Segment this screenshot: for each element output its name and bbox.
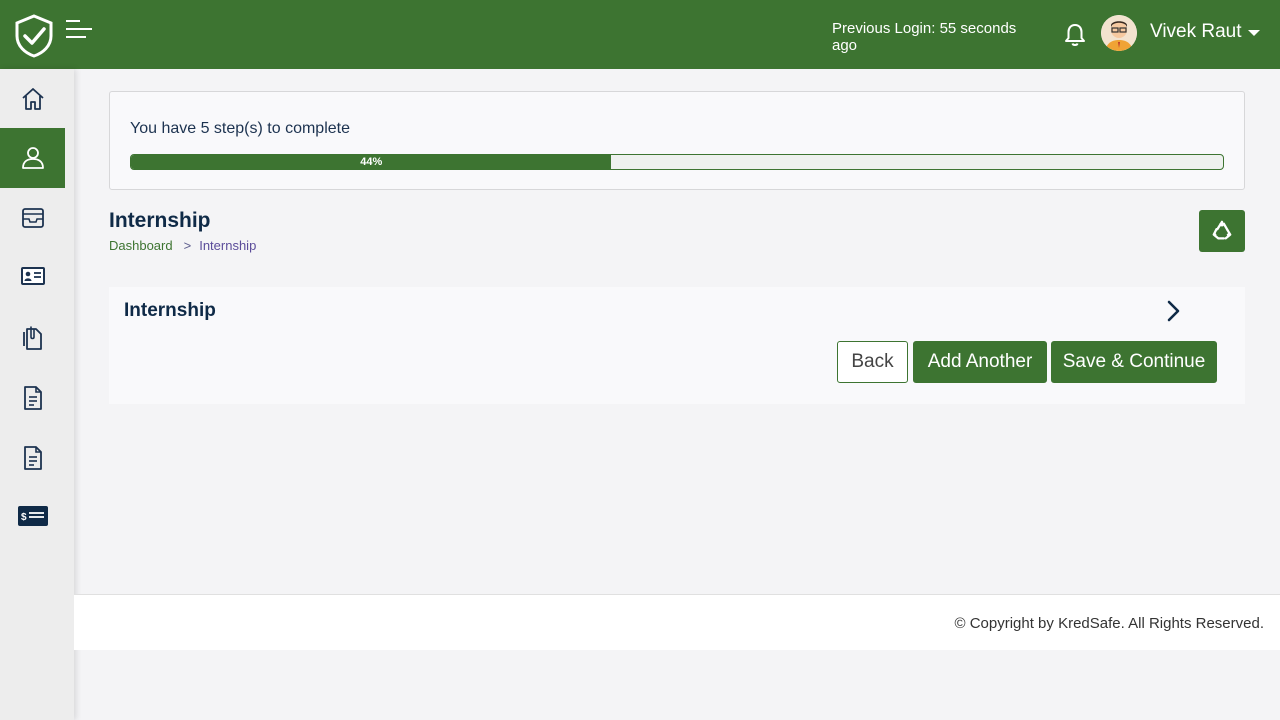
id-card-icon xyxy=(20,267,45,285)
user-menu-caret-icon[interactable] xyxy=(1248,30,1260,36)
shield-check-logo-icon[interactable] xyxy=(14,14,54,58)
document-icon xyxy=(23,446,42,470)
progress-card: You have 5 step(s) to complete 44% xyxy=(109,91,1245,190)
steps-remaining-text: You have 5 step(s) to complete xyxy=(130,120,350,137)
sidebar-item-payment[interactable]: $ xyxy=(0,486,65,546)
internship-section: Internship Back Add Another Save & Conti… xyxy=(109,287,1245,404)
document-icon xyxy=(23,386,42,410)
breadcrumb-dashboard-link[interactable]: Dashboard xyxy=(109,238,173,253)
breadcrumb-current: Internship xyxy=(199,238,257,253)
back-button[interactable]: Back xyxy=(837,341,908,383)
breadcrumb-separator: > xyxy=(183,238,192,253)
sidebar-item-profile[interactable] xyxy=(0,128,65,188)
documents-clip-icon xyxy=(22,326,42,350)
copyright-text: © Copyright by KredSafe. All Rights Rese… xyxy=(954,615,1264,632)
progress-percent-label: 44% xyxy=(360,156,383,168)
footer: © Copyright by KredSafe. All Rights Rese… xyxy=(74,594,1280,650)
notification-bell-icon[interactable] xyxy=(1062,22,1088,48)
menu-toggle-icon[interactable] xyxy=(64,18,94,42)
sidebar-item-document-2[interactable] xyxy=(0,428,65,488)
progress-bar-fill: 44% xyxy=(131,155,612,169)
sidebar-item-inbox[interactable] xyxy=(0,188,65,248)
sidebar-item-id-card[interactable] xyxy=(0,246,65,306)
user-avatar[interactable] xyxy=(1101,15,1137,51)
home-icon xyxy=(21,88,44,110)
inbox-tray-icon xyxy=(21,208,44,228)
payment-card-icon: $ xyxy=(17,506,48,526)
breadcrumb: Dashboard > Internship xyxy=(109,238,256,253)
sidebar-item-home[interactable] xyxy=(0,69,65,129)
user-name[interactable]: Vivek Raut xyxy=(1150,21,1242,43)
add-another-button[interactable]: Add Another xyxy=(913,341,1047,383)
previous-login-text: Previous Login: 55 seconds ago xyxy=(832,20,1017,54)
sidebar-item-document-1[interactable] xyxy=(0,368,65,428)
sidebar: $ xyxy=(0,69,74,720)
progress-bar: 44% xyxy=(130,154,1224,170)
page-title: Internship xyxy=(109,209,211,232)
svg-text:$: $ xyxy=(21,512,27,523)
sidebar-item-attachments[interactable] xyxy=(0,308,65,368)
section-title: Internship xyxy=(124,300,216,321)
chevron-right-icon[interactable] xyxy=(1163,299,1183,323)
top-bar: Previous Login: 55 seconds ago Vivek Rau… xyxy=(0,0,1280,69)
recycle-button[interactable] xyxy=(1199,210,1245,252)
user-icon xyxy=(21,147,44,169)
recycle-icon xyxy=(1212,220,1232,240)
save-continue-button[interactable]: Save & Continue xyxy=(1051,341,1217,383)
